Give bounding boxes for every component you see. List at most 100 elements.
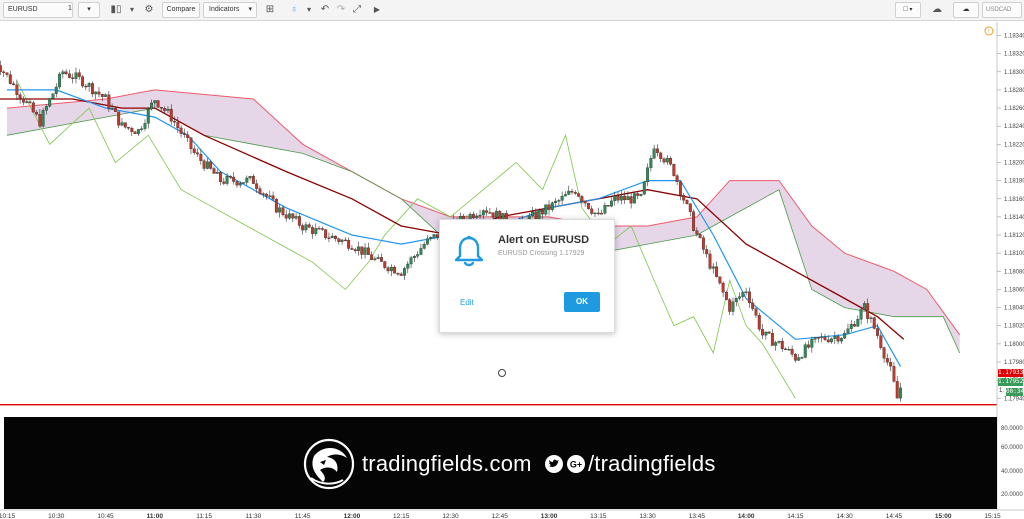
indicators-button[interactable]: Indicators ▾ — [203, 2, 257, 18]
edit-link[interactable]: Edit — [460, 298, 474, 307]
price-tick-label: 1.18220 — [1004, 142, 1024, 148]
candle-body — [294, 216, 298, 219]
candle-body — [537, 209, 541, 219]
candle-body — [327, 237, 331, 239]
alert-line-handle[interactable] — [498, 369, 506, 377]
candle-body — [340, 239, 344, 242]
candle-body — [665, 157, 669, 163]
social-handle: /tradingfields — [588, 451, 716, 476]
alert-subtitle: EURUSD Crossing 1.17929 — [498, 250, 585, 257]
fullscreen-icon[interactable]: ⤢ — [350, 3, 364, 17]
price-tick-label: 1.18000 — [1004, 342, 1024, 348]
candle-body — [619, 195, 623, 201]
candle-body — [179, 127, 183, 134]
candle-body — [646, 167, 650, 183]
ok-button[interactable]: OK — [564, 292, 600, 312]
candle-body — [347, 239, 351, 249]
google-plus-icon: G+ — [567, 455, 585, 473]
symbol-label: EURUSD — [8, 6, 38, 13]
time-tick-label: 12:45 — [492, 513, 509, 519]
candle-body — [107, 94, 111, 109]
candle-body — [324, 229, 328, 238]
candle-body — [856, 319, 860, 327]
candle — [274, 197, 278, 214]
candle-body — [311, 227, 314, 234]
candle-body — [708, 253, 712, 269]
candle — [58, 72, 62, 90]
candle-body — [146, 108, 150, 124]
price-axis: 1.18340 1.18320 1.18300 1.18280 1.18260 1.182… — [997, 34, 1024, 402]
interval-select[interactable]: ▾ — [78, 2, 100, 18]
candle-body — [803, 344, 807, 358]
candle-body — [35, 111, 39, 115]
candle — [51, 93, 55, 99]
cloud-load-button[interactable]: ☁ — [953, 2, 979, 18]
candle-body — [18, 94, 22, 99]
price-tick-label: 1.18280 — [1004, 88, 1024, 94]
layout-select[interactable]: □ ▾ — [895, 2, 921, 18]
bar-countdown-tag: 00:34 — [1006, 388, 1024, 396]
candle-body — [51, 93, 55, 99]
undo-icon[interactable]: ↶ — [318, 3, 332, 17]
candle-body — [265, 193, 268, 197]
candle-body — [682, 194, 686, 201]
compare-button[interactable]: Compare — [162, 2, 200, 18]
candle-body — [242, 182, 245, 184]
candle-body — [606, 205, 610, 207]
candle-type-icon[interactable]: ▮▯ — [109, 3, 123, 17]
price-tick-label: 1.18160 — [1004, 197, 1024, 203]
candle-body — [268, 195, 272, 197]
candle-body — [603, 205, 607, 214]
candle-body — [899, 387, 902, 399]
candle-body — [573, 192, 577, 194]
chevron-down-icon[interactable]: ▾ — [302, 3, 316, 17]
candle-body — [586, 202, 590, 209]
candle-body — [636, 193, 640, 196]
price-tick-label: 1.18080 — [1004, 269, 1024, 275]
candle-body — [705, 249, 709, 255]
second-symbol-tab[interactable]: USDCAD — [982, 2, 1022, 18]
candle-body — [54, 86, 58, 94]
site-name: tradingfields.com — [362, 451, 532, 476]
candle-body — [255, 183, 259, 189]
redo-icon[interactable]: ↷ — [334, 3, 348, 17]
candle-body — [248, 176, 252, 179]
candle-body — [889, 362, 893, 367]
gear-icon[interactable]: ⚙ — [142, 3, 156, 17]
candle-body — [307, 224, 311, 228]
time-tick-label: 13:15 — [590, 513, 607, 519]
interval-label: 1 — [68, 5, 72, 12]
candle-body — [386, 267, 390, 272]
candle — [757, 312, 761, 332]
candle-body — [839, 337, 843, 342]
candle-body — [741, 292, 745, 297]
time-tick-label: 13:30 — [639, 513, 656, 519]
chart-type-dropdown-icon[interactable]: ▾ — [125, 3, 139, 17]
lightbulb-icon[interactable]: ♁ — [287, 3, 301, 17]
time-tick-label: 11:30 — [245, 513, 261, 519]
candle-body — [491, 212, 495, 218]
candle — [41, 107, 45, 128]
candle-body — [784, 348, 787, 351]
candle-body — [754, 308, 758, 316]
candle-body — [715, 266, 719, 277]
candle-body — [849, 324, 853, 329]
candle-body — [370, 254, 374, 260]
candle-body — [297, 216, 301, 226]
add-alert-icon[interactable]: ⊞ — [263, 3, 277, 17]
candle-body — [153, 100, 157, 104]
cloud-save-icon[interactable]: ☁ — [930, 3, 944, 17]
candle-body — [412, 256, 416, 258]
candle-body — [87, 83, 91, 87]
candle-body — [140, 128, 144, 130]
chevron-down-icon: ▾ — [907, 7, 913, 13]
price-tick-label: 1.18100 — [1004, 251, 1024, 257]
chart-toolbar: EURUSD 1 ▾ ▮▯ ▾ ⚙ Compare Indicators ▾ ⊞… — [0, 0, 1024, 21]
candle-body — [0, 65, 2, 72]
candle-body — [120, 122, 124, 126]
price-tick-label: 1.18180 — [1004, 179, 1024, 185]
candle-body — [787, 348, 791, 351]
candle-body — [189, 137, 193, 150]
play-icon[interactable]: ▶ — [370, 3, 384, 17]
time-tick-label: 14:45 — [886, 513, 903, 519]
